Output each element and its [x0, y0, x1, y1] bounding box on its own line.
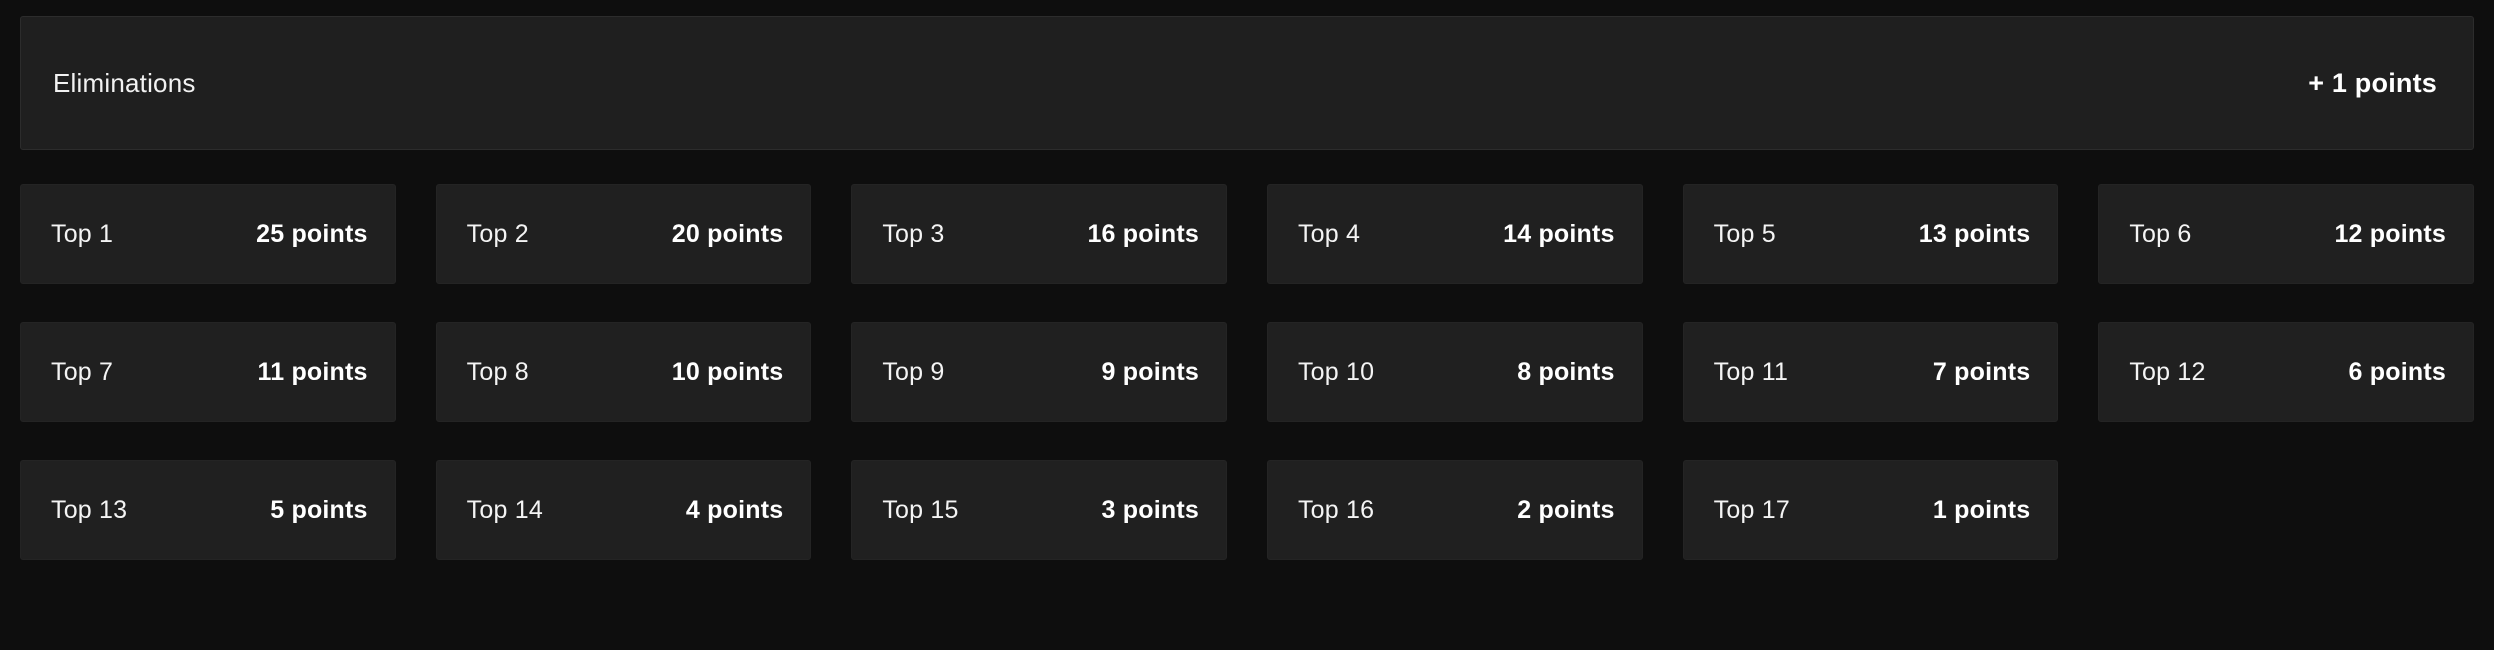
tier-points-value: 6 points [2348, 357, 2446, 386]
tier-points-value: 20 points [671, 219, 784, 248]
tier-card[interactable]: Top 4 14 points [1266, 184, 1643, 284]
tier-card[interactable]: Top 9 9 points [851, 322, 1227, 422]
tier-card[interactable]: Top 14 4 points [435, 460, 812, 560]
tier-points-value: 11 points [257, 357, 368, 386]
tier-card[interactable]: Top 5 13 points [1682, 184, 2059, 284]
tier-label: Top 8 [466, 357, 529, 386]
tier-label: Top 13 [51, 495, 128, 524]
tier-label: Top 5 [1713, 219, 1776, 248]
tier-label: Top 9 [882, 357, 945, 386]
tier-points-value: 16 points [1087, 219, 1199, 248]
tier-points-value: 1 points [1932, 495, 2031, 524]
placement-points-grid: Top 1 25 points Top 2 20 points Top 3 16 poin… [20, 184, 2474, 560]
tier-card[interactable]: Top 1 25 points [20, 184, 396, 284]
tier-points-value: 8 points [1517, 357, 1615, 386]
tier-label: Top 16 [1297, 495, 1375, 524]
tier-card[interactable]: Top 7 11 points [20, 322, 396, 422]
tier-points-value: 14 points [1503, 219, 1615, 248]
tier-points-value: 2 points [1517, 495, 1615, 524]
tier-points-value: 4 points [685, 495, 784, 524]
tier-card[interactable]: Top 17 1 points [1682, 460, 2059, 560]
tier-points-value: 25 points [256, 219, 368, 248]
tier-label: Top 7 [51, 357, 114, 386]
tier-label: Top 6 [2129, 219, 2192, 248]
tier-points-value: 7 points [1932, 357, 2031, 386]
tier-label: Top 12 [2129, 357, 2206, 386]
tier-card[interactable]: Top 12 6 points [2098, 322, 2474, 422]
tier-card[interactable]: Top 8 10 points [435, 322, 812, 422]
tier-points-value: 3 points [1101, 495, 1199, 524]
tier-card[interactable]: Top 6 12 points [2098, 184, 2474, 284]
tier-points-value: 12 points [2334, 219, 2446, 248]
eliminations-title: Eliminations [53, 67, 196, 98]
tier-card[interactable]: Top 2 20 points [435, 184, 812, 284]
tier-points-value: 10 points [671, 357, 784, 386]
tier-card[interactable]: Top 13 5 points [20, 460, 396, 560]
tier-label: Top 1 [51, 219, 114, 248]
tier-card[interactable]: Top 3 16 points [851, 184, 1227, 284]
tier-label: Top 11 [1713, 357, 1789, 386]
tier-points-value: 13 points [1918, 219, 2031, 248]
tier-label: Top 15 [882, 495, 959, 524]
eliminations-header-card[interactable]: Eliminations + 1 points [20, 16, 2474, 150]
tier-card[interactable]: Top 11 7 points [1682, 322, 2059, 422]
tier-label: Top 14 [466, 495, 543, 524]
eliminations-points-value: + 1 points [2308, 67, 2437, 98]
tier-points-value: 9 points [1101, 357, 1199, 386]
tier-card[interactable]: Top 15 3 points [851, 460, 1227, 560]
tier-label: Top 17 [1713, 495, 1790, 524]
tier-points-value: 5 points [270, 495, 368, 524]
tier-label: Top 3 [882, 219, 945, 248]
points-breakdown-panel: Eliminations + 1 points Top 1 25 points To… [0, 0, 2494, 650]
tier-label: Top 2 [466, 219, 529, 248]
tier-card[interactable]: Top 16 2 points [1266, 460, 1643, 560]
tier-label: Top 10 [1297, 357, 1375, 386]
tier-card[interactable]: Top 10 8 points [1266, 322, 1643, 422]
tier-label: Top 4 [1297, 219, 1361, 248]
